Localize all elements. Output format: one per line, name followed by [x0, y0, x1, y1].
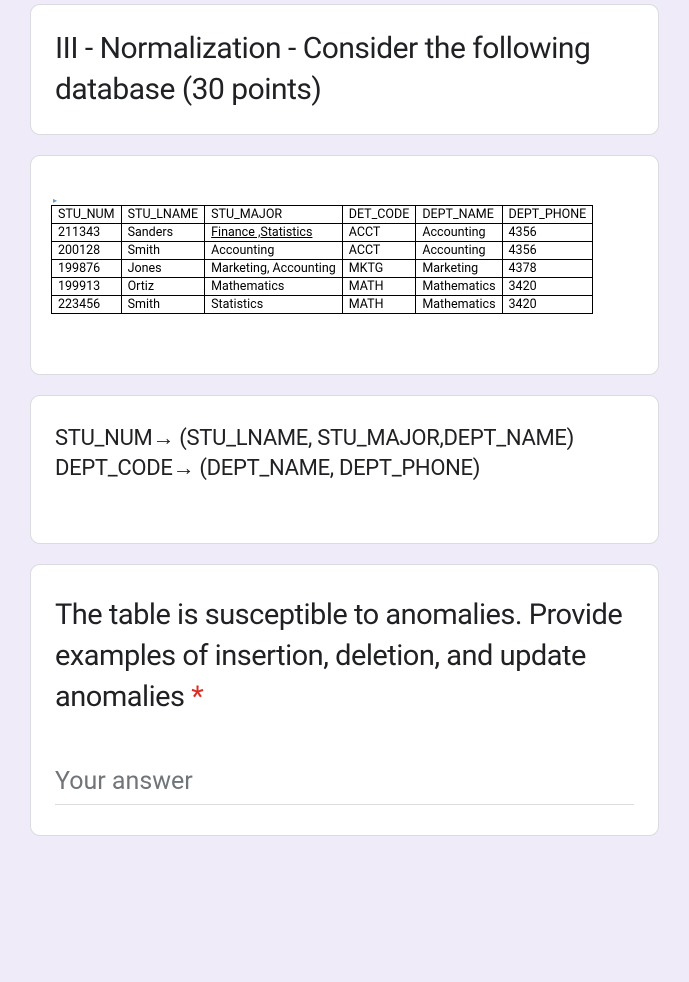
th-det-code: DET_CODE — [342, 206, 416, 224]
cell-det_code: ACCT — [342, 224, 416, 242]
table-row: 200128SmithAccountingACCTAccounting4356 — [52, 242, 593, 260]
cell-stu_num: 211343 — [52, 224, 122, 242]
cell-stu_major: Mathematics — [205, 278, 343, 296]
cell-dept_phone: 4378 — [502, 260, 593, 278]
cell-dept_phone: 3420 — [502, 278, 593, 296]
cell-dept_name: Mathematics — [416, 278, 502, 296]
cell-dept_phone: 4356 — [502, 224, 593, 242]
table-row: 211343SandersFinance ,StatisticsACCTAcco… — [52, 224, 593, 242]
cell-stu_lname: Smith — [121, 296, 205, 314]
table-row: 223456SmithStatisticsMATHMathematics3420 — [52, 296, 593, 314]
cell-det_code: MKTG — [342, 260, 416, 278]
required-asterisk: * — [191, 680, 203, 714]
cell-dept_name: Marketing — [416, 260, 502, 278]
cell-dept_phone: 4356 — [502, 242, 593, 260]
fd-line-2: DEPT_CODE→ (DEPT_NAME, DEPT_PHONE) — [55, 454, 634, 484]
cell-dept_name: Accounting — [416, 242, 502, 260]
cell-det_code: MATH — [342, 296, 416, 314]
table-row: 199876JonesMarketing, AccountingMKTGMark… — [52, 260, 593, 278]
cell-stu_major: Marketing, Accounting — [205, 260, 343, 278]
tick-icon: ▸ — [51, 196, 638, 205]
cell-stu_num: 200128 — [52, 242, 122, 260]
fd-line-1: STU_NUM→ (STU_LNAME, STU_MAJOR,DEPT_NAME… — [55, 424, 634, 454]
cell-stu_major: Statistics — [205, 296, 343, 314]
cell-stu_major: Finance ,Statistics — [205, 224, 343, 242]
cell-det_code: MATH — [342, 278, 416, 296]
th-dept-phone: DEPT_PHONE — [502, 206, 593, 224]
answer-input[interactable] — [55, 759, 634, 805]
cell-stu_lname: Sanders — [121, 224, 205, 242]
cell-dept_phone: 3420 — [502, 296, 593, 314]
cell-stu_lname: Smith — [121, 242, 205, 260]
fd-card: STU_NUM→ (STU_LNAME, STU_MAJOR,DEPT_NAME… — [30, 395, 659, 544]
cell-stu_lname: Ortiz — [121, 278, 205, 296]
question-text: The table is susceptible to anomalies. P… — [55, 595, 634, 717]
section-title: III - Normalization - Consider the follo… — [55, 29, 634, 110]
th-stu-num: STU_NUM — [52, 206, 122, 224]
table-header-row: STU_NUM STU_LNAME STU_MAJOR DET_CODE DEP… — [52, 206, 593, 224]
th-stu-major: STU_MAJOR — [205, 206, 343, 224]
question-card: The table is susceptible to anomalies. P… — [30, 564, 659, 836]
cell-stu_num: 199876 — [52, 260, 122, 278]
cell-dept_name: Accounting — [416, 224, 502, 242]
cell-stu_lname: Jones — [121, 260, 205, 278]
question-body: The table is susceptible to anomalies. P… — [55, 598, 622, 713]
cell-det_code: ACCT — [342, 242, 416, 260]
data-table: STU_NUM STU_LNAME STU_MAJOR DET_CODE DEP… — [51, 205, 593, 314]
th-stu-lname: STU_LNAME — [121, 206, 205, 224]
table-card: ▸ STU_NUM STU_LNAME STU_MAJOR DET_CODE D… — [30, 155, 659, 375]
th-dept-name: DEPT_NAME — [416, 206, 502, 224]
cell-stu_major: Accounting — [205, 242, 343, 260]
cell-stu_num: 223456 — [52, 296, 122, 314]
table-row: 199913OrtizMathematicsMATHMathematics342… — [52, 278, 593, 296]
cell-stu_num: 199913 — [52, 278, 122, 296]
section-header-card: III - Normalization - Consider the follo… — [30, 4, 659, 135]
cell-dept_name: Mathematics — [416, 296, 502, 314]
